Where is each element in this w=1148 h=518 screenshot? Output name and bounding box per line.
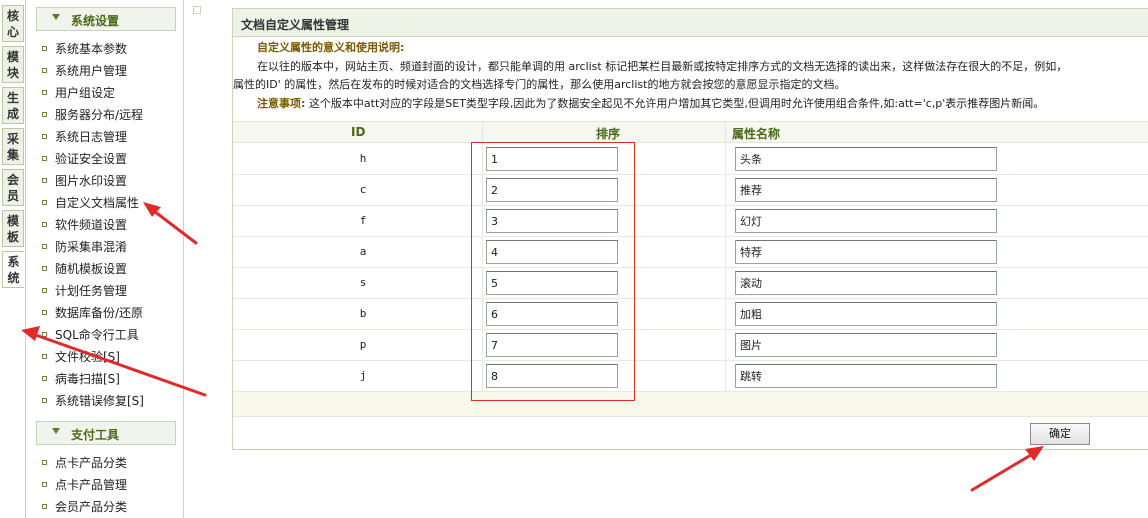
- arrowhead-icon: [1025, 446, 1044, 461]
- arrowhead-icon: [21, 326, 40, 341]
- annotation-arrows: [21, 202, 1044, 492]
- annotation-arrow: [28, 331, 207, 397]
- annotation-arrow: [970, 450, 1038, 492]
- annotation-arrow: [148, 206, 198, 245]
